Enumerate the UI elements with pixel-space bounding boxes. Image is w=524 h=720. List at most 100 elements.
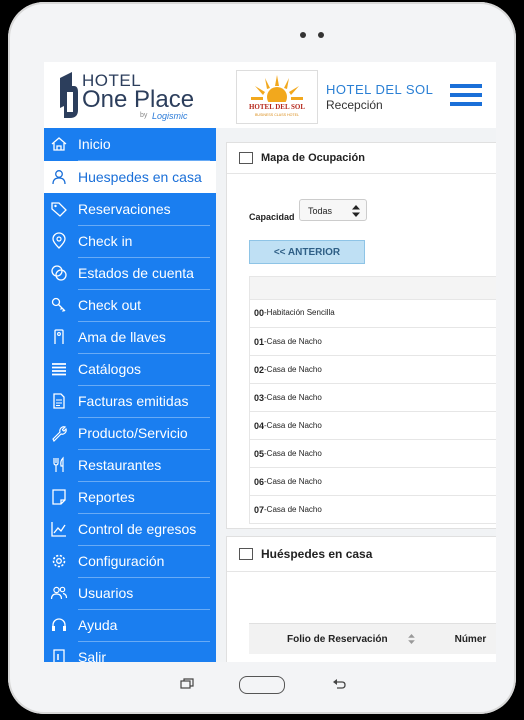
sidebar-item-facturas[interactable]: Facturas emitidas: [44, 385, 216, 417]
capacity-select[interactable]: Todas: [299, 199, 367, 221]
sidebar-item-restaurantes[interactable]: Restaurantes: [44, 449, 216, 481]
hotel-name: HOTEL DEL SOL: [326, 82, 434, 97]
room-name: -Casa de Nacho: [264, 449, 322, 458]
location-pin-icon: [50, 232, 68, 250]
logo-mark-icon: [60, 72, 78, 118]
sidebar-item-label: Usuarios: [78, 585, 134, 601]
sidebar-item-checkin[interactable]: Check in: [44, 225, 216, 257]
room-name: -Casa de Nacho: [264, 365, 322, 374]
room-name: -Casa de Nacho: [264, 477, 322, 486]
sidebar-item-label: Control de egresos: [78, 521, 197, 537]
fork-knife-icon: [50, 456, 68, 474]
table-row[interactable]: 06 -Casa de Nacho: [249, 468, 496, 496]
room-number: 01: [254, 336, 265, 347]
logo-by-text: by: [140, 112, 148, 119]
room-number: 07: [254, 504, 265, 515]
sun-logo-icon: HOTEL DEL SOL BUSINESS CLASS HOTEL: [245, 75, 309, 117]
hotel-logo-text: HOTEL DEL SOL: [249, 103, 305, 111]
previous-button[interactable]: << ANTERIOR: [249, 240, 365, 264]
home-icon: [50, 135, 68, 153]
home-button[interactable]: [239, 676, 285, 694]
occupancy-panel: Mapa de Ocupación Capacidad Todas << ANT…: [226, 142, 496, 529]
room-number: 00: [254, 307, 265, 318]
camera-dot: [300, 32, 306, 38]
sort-icon[interactable]: [407, 634, 415, 644]
guests-table-header: Folio de Reservación Númer: [249, 623, 496, 654]
main-content: Mapa de Ocupación Capacidad Todas << ANT…: [216, 128, 496, 662]
room-number: 03: [254, 392, 265, 403]
menu-hamburger-icon[interactable]: [450, 84, 482, 106]
tag-icon: [50, 200, 68, 218]
sidebar-item-label: Producto/Servicio: [78, 425, 188, 441]
users-icon: [50, 584, 68, 602]
user-role: Recepción: [326, 98, 383, 112]
sidebar-item-huespedes[interactable]: Huespedes en casa: [44, 161, 216, 193]
hotel-logo: HOTEL DEL SOL BUSINESS CLASS HOTEL: [236, 70, 318, 124]
room-name: -Casa de Nacho: [264, 393, 322, 402]
sidebar-item-label: Catálogos: [78, 361, 142, 377]
logo-oneplace-text: One Place: [82, 86, 195, 113]
guests-header: Huéspedes en casa: [227, 537, 496, 572]
sidebar-item-label: Ama de llaves: [78, 329, 166, 345]
sidebar-item-salir[interactable]: Salir: [44, 641, 216, 662]
sidebar-item-reportes[interactable]: Reportes: [44, 481, 216, 513]
sidebar-item-label: Huespedes en casa: [78, 169, 202, 185]
capacity-label: Capacidad: [249, 212, 295, 222]
sidebar-item-label: Configuración: [78, 553, 165, 569]
sidebar-item-ayuda[interactable]: Ayuda: [44, 609, 216, 641]
app-logo[interactable]: HOTEL One Place by Logismic: [44, 62, 216, 128]
sidebar-item-label: Inicio: [78, 136, 111, 152]
table-row[interactable]: 00 -Habitación Sencilla: [249, 298, 496, 328]
window-icon: [239, 548, 253, 560]
back-icon[interactable]: [332, 678, 346, 690]
sidebar-item-estados-cuenta[interactable]: Estados de cuenta: [44, 257, 216, 289]
room-name: -Casa de Nacho: [264, 421, 322, 430]
user-icon: [50, 168, 68, 186]
exit-icon: [50, 648, 68, 662]
sidebar-item-reservaciones[interactable]: Reservaciones: [44, 193, 216, 225]
sidebar-item-catalogos[interactable]: Catálogos: [44, 353, 216, 385]
table-row[interactable]: 05 -Casa de Nacho: [249, 440, 496, 468]
sidebar-item-inicio[interactable]: Inicio: [44, 128, 216, 160]
sidebar-item-usuarios[interactable]: Usuarios: [44, 577, 216, 609]
sidebar-item-configuracion[interactable]: Configuración: [44, 545, 216, 577]
capacity-value: Todas: [308, 206, 333, 216]
room-name: -Casa de Nacho: [264, 337, 322, 346]
column-header-numero[interactable]: Númer: [455, 634, 487, 645]
sidebar-item-label: Ayuda: [78, 617, 118, 633]
occupancy-table-header: [249, 276, 496, 300]
room-number: 06: [254, 476, 265, 487]
hotel-logo-sub: BUSINESS CLASS HOTEL: [255, 113, 299, 117]
sidebar-item-ama-llaves[interactable]: Ama de llaves: [44, 321, 216, 353]
invoice-icon: [50, 392, 68, 410]
table-row[interactable]: 03 -Casa de Nacho: [249, 384, 496, 412]
sidebar-item-label: Facturas emitidas: [78, 393, 189, 409]
report-icon: [50, 488, 68, 506]
column-header-folio[interactable]: Folio de Reservación: [287, 634, 388, 645]
recent-apps-icon[interactable]: [180, 678, 194, 690]
window-icon: [239, 152, 253, 164]
sidebar: Inicio Huespedes en casa Reservaciones C…: [44, 128, 216, 662]
table-row[interactable]: 01 -Casa de Nacho: [249, 328, 496, 356]
sidebar-item-egresos[interactable]: Control de egresos: [44, 513, 216, 545]
room-number: 05: [254, 448, 265, 459]
sidebar-item-label: Salir: [78, 649, 107, 662]
room-name: -Casa de Nacho: [264, 505, 322, 514]
table-row[interactable]: 04 -Casa de Nacho: [249, 412, 496, 440]
sidebar-item-checkout[interactable]: Check out: [44, 289, 216, 321]
top-header: HOTEL DEL SOL BUSINESS CLASS HOTEL HOTEL…: [216, 62, 496, 129]
account-statement-icon: [50, 264, 68, 282]
sensor-dot: [318, 32, 324, 38]
occupancy-title: Mapa de Ocupación: [261, 152, 365, 164]
select-arrows-icon: [352, 205, 360, 217]
chart-icon: [50, 520, 68, 538]
room-number: 02: [254, 364, 265, 375]
guests-title: Huéspedes en casa: [261, 547, 373, 561]
key-icon: [50, 296, 68, 314]
table-row[interactable]: 02 -Casa de Nacho: [249, 356, 496, 384]
sidebar-item-producto[interactable]: Producto/Servicio: [44, 417, 216, 449]
sidebar-item-label: Check out: [78, 297, 142, 313]
gear-icon: [50, 552, 68, 570]
screen: HOTEL One Place by Logismic HOTEL DEL SO…: [44, 62, 496, 662]
table-row[interactable]: 07 -Casa de Nacho: [249, 496, 496, 524]
